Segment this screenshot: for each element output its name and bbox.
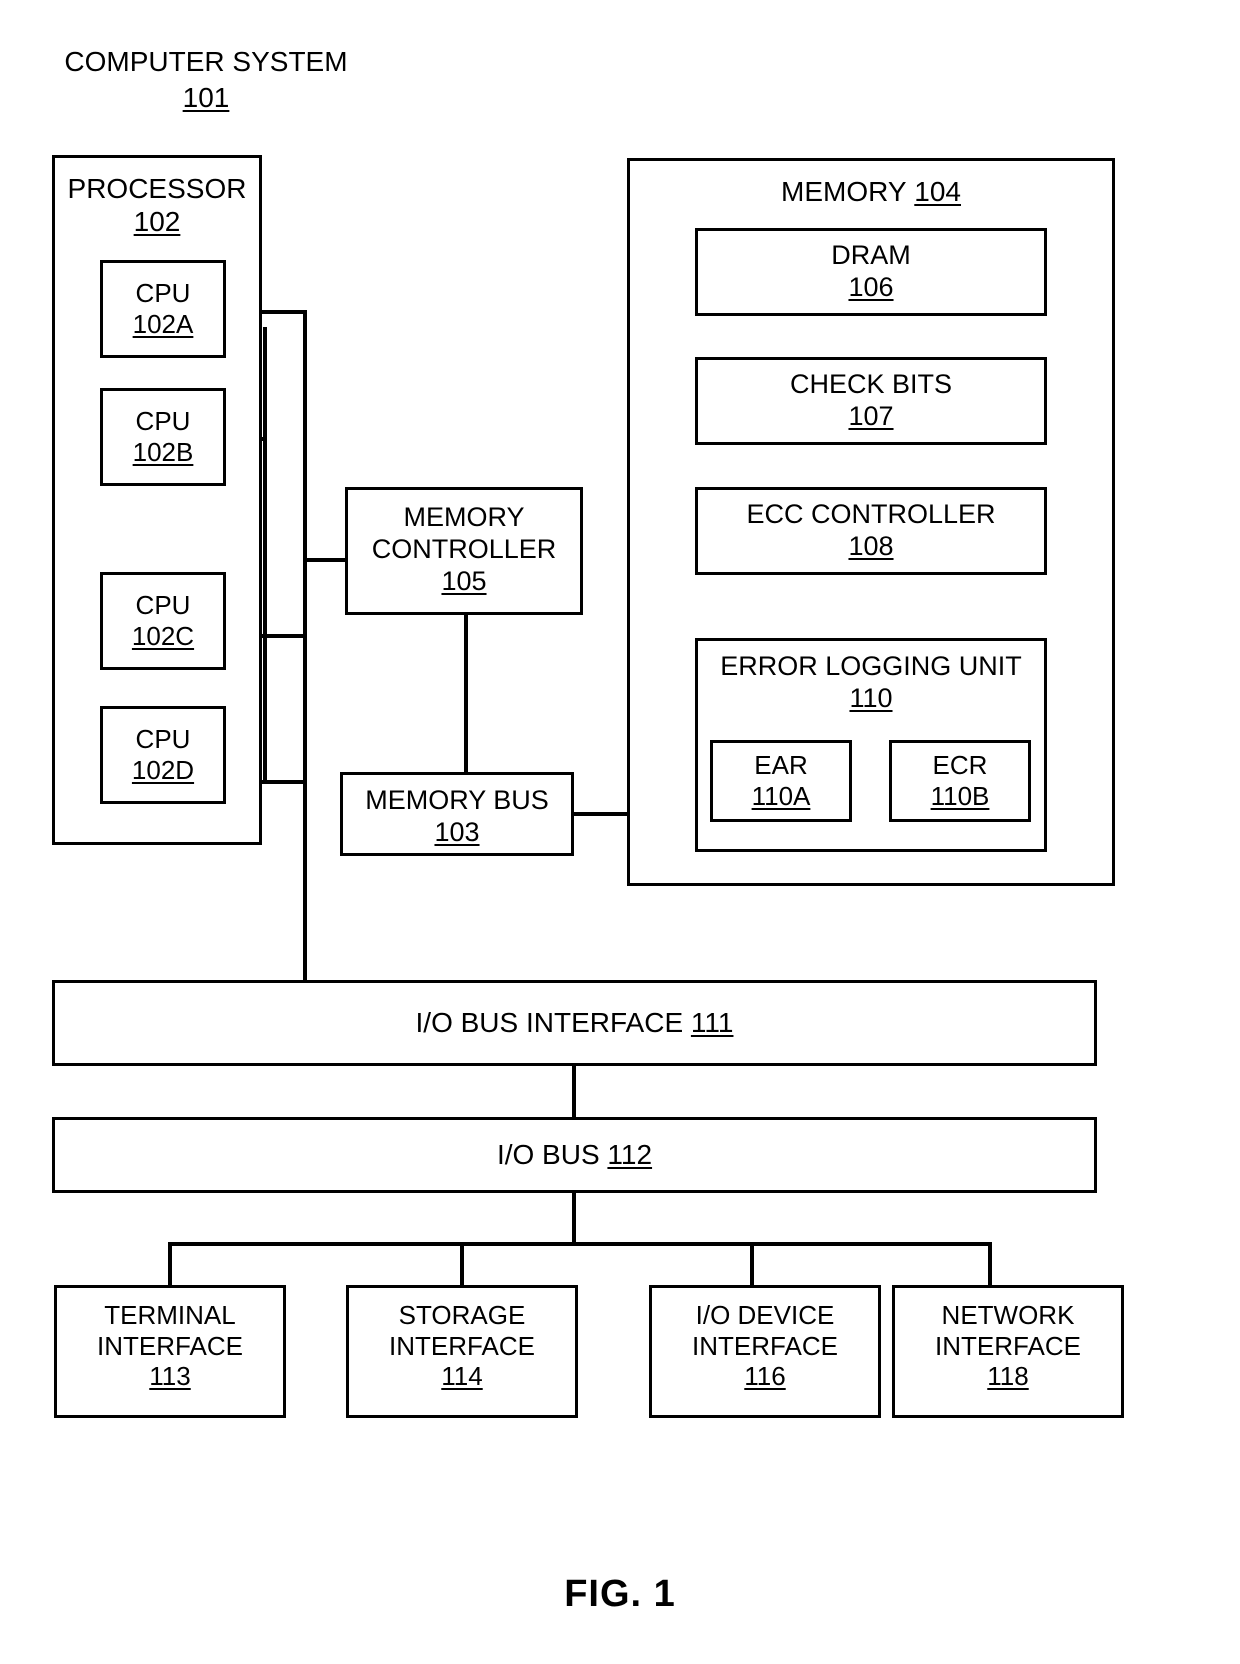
terminal-interface-ref: 113 — [149, 1361, 191, 1392]
ear-label: EAR — [754, 750, 808, 781]
cpu-102d-label: CPU — [135, 724, 191, 755]
cpu-102a-block[interactable]: CPU 102A — [100, 260, 226, 358]
terminal-interface-label-line2: INTERFACE — [97, 1330, 243, 1361]
io-device-interface-ref: 116 — [744, 1361, 786, 1392]
fanout-drop-storage — [460, 1242, 464, 1287]
memory-controller-label-line2: CONTROLLER — [371, 533, 557, 564]
ear-register-block[interactable]: EAR 110A — [710, 740, 852, 822]
io-bus-block[interactable]: I/O BUS 112 — [52, 1117, 1097, 1193]
cpu-102d-ref: 102D — [131, 755, 195, 785]
network-interface-block[interactable]: NETWORK INTERFACE 118 — [892, 1285, 1124, 1418]
io-device-fanout-rail — [168, 1242, 992, 1246]
io-device-interface-block[interactable]: I/O DEVICE INTERFACE 116 — [649, 1285, 881, 1418]
network-interface-label-line2: INTERFACE — [935, 1330, 1081, 1361]
memory-controller-ref: 105 — [441, 565, 487, 596]
memory-bus-to-memory-connector — [572, 812, 629, 816]
fanout-drop-terminal — [168, 1242, 172, 1287]
dram-block[interactable]: DRAM 106 — [695, 228, 1047, 316]
check-bits-block[interactable]: CHECK BITS 107 — [695, 357, 1047, 445]
ecr-ref: 110B — [930, 781, 990, 811]
memory-heading: MEMORY 104 — [781, 175, 961, 208]
check-bits-ref: 107 — [848, 401, 894, 431]
error-logging-unit-label: ERROR LOGGING UNIT — [720, 651, 1022, 681]
processor-ref: 102 — [133, 206, 181, 238]
cpu-bus-spine-outer — [303, 312, 307, 982]
network-interface-ref: 118 — [987, 1361, 1029, 1392]
cpu-102d-block[interactable]: CPU 102D — [100, 706, 226, 804]
processor-to-memory-controller-connector — [305, 558, 347, 562]
cpu-102c-label: CPU — [135, 590, 191, 621]
cpu-102c-block[interactable]: CPU 102C — [100, 572, 226, 670]
dram-ref: 106 — [848, 272, 894, 302]
cpu-102a-ref: 102A — [132, 309, 194, 339]
fanout-drop-network — [988, 1242, 992, 1287]
terminal-interface-block[interactable]: TERMINAL INTERFACE 113 — [54, 1285, 286, 1418]
system-title-ref: 101 — [182, 81, 230, 113]
cpu-102a-label: CPU — [135, 278, 191, 309]
network-interface-label-line1: NETWORK — [941, 1300, 1075, 1330]
ecr-register-block[interactable]: ECR 110B — [889, 740, 1031, 822]
ecr-label: ECR — [932, 750, 988, 781]
storage-interface-label-line2: INTERFACE — [389, 1330, 535, 1361]
system-title-text: COMPUTER SYSTEM — [64, 46, 348, 77]
memory-ref: 104 — [914, 176, 961, 207]
ecc-controller-label: ECC CONTROLLER — [746, 499, 996, 530]
check-bits-label: CHECK BITS — [789, 369, 953, 400]
storage-interface-label-line1: STORAGE — [398, 1300, 526, 1330]
ear-ref: 110A — [751, 781, 811, 811]
io-bus-ref: 112 — [607, 1139, 653, 1171]
io-bus-interface-heading: I/O BUS INTERFACE 111 — [416, 1006, 734, 1039]
io-device-interface-label-line2: INTERFACE — [692, 1330, 838, 1361]
memory-controller-label-line1: MEMORY — [403, 502, 525, 532]
io-bus-drop-connector — [572, 1191, 576, 1244]
ecc-controller-block[interactable]: ECC CONTROLLER 108 — [695, 487, 1047, 575]
processor-label: PROCESSOR — [67, 173, 247, 204]
cpu-102c-ref: 102C — [131, 621, 195, 651]
io-bus-interface-block[interactable]: I/O BUS INTERFACE 111 — [52, 980, 1097, 1066]
figure-caption: FIG. 1 — [564, 1573, 676, 1615]
storage-interface-ref: 114 — [441, 1361, 483, 1392]
io-bus-interface-label: I/O BUS INTERFACE — [415, 1007, 684, 1039]
cpu-bus-spine-inner — [263, 327, 267, 780]
dram-label: DRAM — [831, 240, 911, 271]
terminal-interface-label-line1: TERMINAL — [104, 1300, 236, 1330]
cpu-102b-ref: 102B — [132, 437, 194, 467]
memory-bus-ref: 103 — [434, 816, 480, 847]
memory-label: MEMORY — [781, 176, 907, 207]
memory-controller-block[interactable]: MEMORY CONTROLLER 105 — [345, 487, 583, 615]
figure-canvas: COMPUTER SYSTEM 101 PROCESSOR 102 CPU 10… — [0, 0, 1240, 1664]
fanout-drop-io-device — [750, 1242, 754, 1287]
memory-controller-to-memory-bus-connector — [464, 613, 468, 774]
memory-bus-block[interactable]: MEMORY BUS 103 — [340, 772, 574, 856]
memory-bus-label: MEMORY BUS — [365, 785, 549, 815]
ecc-controller-ref: 108 — [848, 531, 894, 561]
io-device-interface-label-line1: I/O DEVICE — [695, 1300, 835, 1330]
io-bus-interface-to-io-bus-connector — [572, 1064, 576, 1119]
cpu-102b-label: CPU — [135, 406, 191, 437]
io-bus-interface-ref: 111 — [690, 1007, 734, 1039]
error-logging-unit-ref: 110 — [849, 682, 893, 713]
storage-interface-block[interactable]: STORAGE INTERFACE 114 — [346, 1285, 578, 1418]
io-bus-label: I/O BUS — [496, 1139, 600, 1171]
cpu-102b-block[interactable]: CPU 102B — [100, 388, 226, 486]
system-title: COMPUTER SYSTEM 101 — [56, 44, 356, 116]
io-bus-heading: I/O BUS 112 — [497, 1138, 652, 1171]
